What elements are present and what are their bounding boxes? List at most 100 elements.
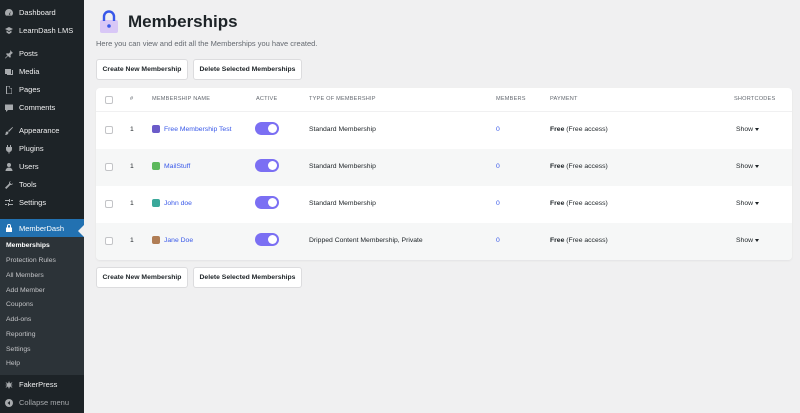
payment-amount: Free — [550, 163, 565, 170]
membership-color-swatch — [152, 162, 160, 170]
pin-icon — [4, 49, 14, 59]
collapse-menu-button[interactable]: Collapse menu — [0, 394, 84, 411]
column-members: MEMBERS — [496, 96, 526, 102]
caret-down-icon — [755, 164, 760, 168]
sidebar-item-label: Users — [19, 162, 39, 171]
membership-type: Dripped Content Membership, Private — [309, 237, 423, 244]
caret-down-icon — [755, 238, 760, 242]
active-toggle[interactable] — [255, 122, 279, 135]
sidebar-item-posts[interactable]: Posts — [0, 45, 84, 62]
membership-lock-icon — [100, 10, 118, 33]
membership-name-link[interactable]: Free Membership Test — [164, 126, 232, 133]
collapse-icon — [4, 398, 14, 408]
membership-color-swatch — [152, 125, 160, 133]
table-row: 1 Jane Doe Dripped Content Membership, P… — [96, 223, 792, 260]
sidebar-item-tools[interactable]: Tools — [0, 176, 84, 193]
column-shortcodes: SHORTCODES — [734, 96, 776, 102]
submenu-item-settings[interactable]: Settings — [6, 346, 31, 353]
table-row: 1 John doe Standard Membership 0 Free (F… — [96, 186, 792, 223]
column-payment: PAYMENT — [550, 96, 578, 102]
shortcodes-label: Show — [736, 237, 754, 244]
row-checkbox[interactable] — [105, 126, 113, 134]
wrench-icon — [4, 180, 14, 190]
dashboard-icon — [4, 8, 14, 18]
membership-color-swatch — [152, 236, 160, 244]
submenu-item-help[interactable]: Help — [6, 360, 20, 367]
sidebar-item-appearance[interactable]: Appearance — [0, 122, 84, 139]
sidebar-item-label: FakerPress — [19, 380, 58, 389]
row-checkbox[interactable] — [105, 200, 113, 208]
payment-info: Free (Free access) — [550, 126, 608, 133]
payment-note: (Free access) — [566, 200, 608, 207]
submenu-item-add-ons[interactable]: Add-ons — [6, 316, 31, 323]
shortcodes-label: Show — [736, 163, 754, 170]
column-number: # — [130, 96, 134, 102]
sidebar-item-plugins[interactable]: Plugins — [0, 140, 84, 157]
sidebar-item-label: Posts — [19, 49, 38, 58]
caret-down-icon — [755, 201, 760, 205]
shortcodes-dropdown[interactable]: Show — [736, 200, 760, 207]
members-count-link[interactable]: 0 — [496, 237, 500, 244]
submenu-item-reporting[interactable]: Reporting — [6, 331, 35, 338]
active-toggle[interactable] — [255, 159, 279, 172]
create-membership-button[interactable]: Create New Membership — [96, 59, 188, 80]
payment-note: (Free access) — [566, 163, 608, 170]
submenu-item-protection-rules[interactable]: Protection Rules — [6, 257, 56, 264]
row-checkbox[interactable] — [105, 163, 113, 171]
shortcodes-dropdown[interactable]: Show — [736, 163, 760, 170]
payment-info: Free (Free access) — [550, 237, 608, 244]
pages-icon — [4, 85, 14, 95]
row-checkbox[interactable] — [105, 237, 113, 245]
delete-selected-button[interactable]: Delete Selected Memberships — [193, 59, 302, 80]
select-all-checkbox[interactable] — [105, 96, 113, 104]
membership-name-link[interactable]: John doe — [164, 200, 192, 207]
create-membership-button-bottom[interactable]: Create New Membership — [96, 267, 188, 288]
sidebar-item-media[interactable]: Media — [0, 63, 84, 80]
active-toggle[interactable] — [255, 196, 279, 209]
membership-name-link[interactable]: Jane Doe — [164, 237, 193, 244]
membership-name-link[interactable]: MailStuff — [164, 163, 190, 170]
sidebar-item-label: Comments — [19, 103, 56, 112]
membership-type: Standard Membership — [309, 126, 376, 133]
sidebar-item-label: Plugins — [19, 144, 44, 153]
submenu-item-memberships[interactable]: Memberships — [6, 242, 50, 249]
payment-info: Free (Free access) — [550, 163, 608, 170]
members-count-link[interactable]: 0 — [496, 163, 500, 170]
sidebar-item-label: MemberDash — [19, 223, 65, 233]
submenu-item-coupons[interactable]: Coupons — [6, 301, 33, 308]
sidebar-item-label: Media — [19, 67, 40, 76]
membership-type: Standard Membership — [309, 200, 376, 207]
memberships-table: # MEMBERSHIP NAME ACTIVE TYPE OF MEMBERS… — [96, 88, 792, 260]
table-header: # MEMBERSHIP NAME ACTIVE TYPE OF MEMBERS… — [96, 88, 792, 112]
toggle-knob — [268, 198, 277, 207]
submenu-item-all-members[interactable]: All Members — [6, 272, 44, 279]
sidebar-item-label: Settings — [19, 198, 47, 207]
media-icon — [4, 67, 14, 77]
lock-icon — [4, 223, 14, 233]
shortcodes-label: Show — [736, 126, 754, 133]
active-toggle[interactable] — [255, 233, 279, 246]
sidebar-item-fakerpress[interactable]: FakerPress — [0, 376, 84, 393]
sidebar-item-dashboard[interactable]: Dashboard — [0, 4, 84, 21]
sidebar-item-users[interactable]: Users — [0, 158, 84, 175]
payment-note: (Free access) — [566, 237, 608, 244]
shortcodes-dropdown[interactable]: Show — [736, 126, 760, 133]
submenu-item-add-member[interactable]: Add Member — [6, 287, 45, 294]
sidebar-item-pages[interactable]: Pages — [0, 81, 84, 98]
comments-icon — [4, 103, 14, 113]
sidebar-item-label: Appearance — [19, 126, 60, 135]
sidebar-item-comments[interactable]: Comments — [0, 99, 84, 116]
page-description: Here you can view and edit all the Membe… — [96, 39, 318, 48]
shortcodes-dropdown[interactable]: Show — [736, 237, 760, 244]
main-content: Memberships Here you can view and edit a… — [84, 0, 800, 413]
page-title: Memberships — [128, 12, 238, 31]
delete-selected-button-bottom[interactable]: Delete Selected Memberships — [193, 267, 302, 288]
sidebar-item-settings[interactable]: Settings — [0, 194, 84, 211]
column-membership-name[interactable]: MEMBERSHIP NAME — [152, 96, 210, 102]
payment-note: (Free access) — [566, 126, 608, 133]
sidebar-item-memberdash[interactable]: MemberDash — [0, 219, 84, 237]
sidebar-item-learndash[interactable]: LearnDash LMS — [0, 22, 84, 39]
payment-info: Free (Free access) — [550, 200, 608, 207]
members-count-link[interactable]: 0 — [496, 126, 500, 133]
members-count-link[interactable]: 0 — [496, 200, 500, 207]
